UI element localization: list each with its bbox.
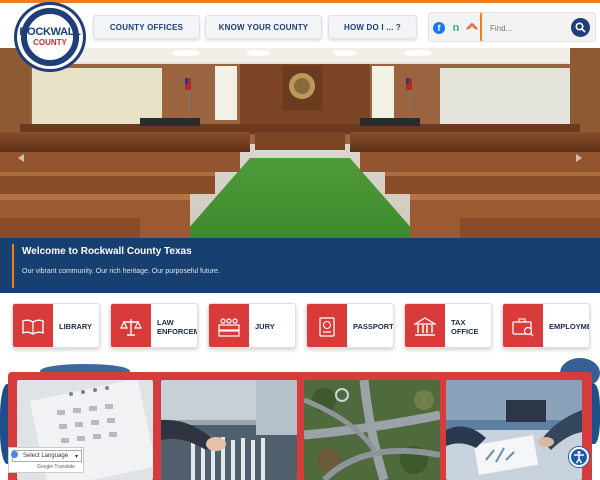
quick-link-label: LAW ENFORCEM [157, 317, 198, 336]
jury-icon [209, 304, 249, 347]
quick-link-label: EMPLOYMEI [549, 322, 590, 331]
search-input[interactable] [490, 20, 560, 36]
nav-county-offices[interactable]: COUNTY OFFICES [93, 15, 200, 39]
language-select-label: Select Language [23, 453, 69, 459]
search-button[interactable] [571, 18, 590, 37]
language-select[interactable]: Select Language ▾ [12, 450, 82, 462]
welcome-banner: Welcome to Rockwall County Texas Our vib… [0, 238, 600, 293]
highway-interchange-photo [304, 380, 440, 480]
welcome-title: Welcome to Rockwall County Texas [22, 246, 192, 257]
site-header: COUNTY OFFICES KNOW YOUR COUNTY HOW DO I… [0, 3, 600, 48]
home-icon[interactable] [466, 22, 478, 34]
scales-icon [111, 304, 151, 347]
nav-label: KNOW YOUR COUNTY [218, 22, 309, 32]
translate-powered-by: Google Translate [37, 464, 76, 470]
news-tile-files[interactable] [161, 380, 297, 480]
news-tile-meeting[interactable] [446, 380, 582, 480]
courtroom-illustration [0, 48, 600, 238]
nav-label: HOW DO I ... ? [343, 22, 402, 32]
passport-icon [307, 304, 347, 347]
news-tile-highway[interactable] [304, 380, 440, 480]
facebook-icon[interactable]: f [433, 22, 445, 34]
quick-link-tax-office[interactable]: TAX OFFICE [404, 303, 492, 348]
nextdoor-icon[interactable]: n [450, 22, 462, 34]
business-meeting-photo [446, 380, 582, 480]
quick-link-label: PASSPORT [353, 322, 394, 331]
chevron-down-icon: ▾ [74, 454, 78, 460]
book-icon [13, 304, 53, 347]
quick-link-label: JURY [255, 322, 275, 331]
welcome-subtitle: Our vibrant community. Our rich heritage… [22, 268, 220, 275]
accessibility-button[interactable] [569, 447, 589, 467]
logo-text-primary: ROCKWALL [19, 26, 81, 38]
courthouse-icon [405, 304, 445, 347]
file-cabinet-photo [161, 380, 297, 480]
social-links: f n [428, 12, 484, 42]
briefcase-icon [503, 304, 543, 347]
nav-how-do-i[interactable]: HOW DO I ... ? [328, 15, 417, 39]
google-g-icon [11, 451, 18, 458]
hero-courtroom-image [0, 48, 600, 238]
nav-label: COUNTY OFFICES [109, 22, 184, 32]
quick-link-employment[interactable]: EMPLOYMEI [502, 303, 590, 348]
county-logo[interactable]: ROCKWALL COUNTY [14, 2, 86, 72]
google-translate-widget[interactable]: Select Language ▾ Google Translate [8, 447, 84, 473]
welcome-accent [12, 244, 14, 288]
nav-know-your-county[interactable]: KNOW YOUR COUNTY [205, 15, 322, 39]
logo-text-secondary: COUNTY [33, 38, 67, 47]
quick-link-law-enforcement[interactable]: LAW ENFORCEM [110, 303, 198, 348]
quick-link-library[interactable]: LIBRARY [12, 303, 100, 348]
accessibility-icon [574, 451, 584, 464]
quick-link-passport[interactable]: PASSPORT [306, 303, 394, 348]
logo-seal: ROCKWALL COUNTY [19, 8, 81, 66]
quick-link-label: LIBRARY [59, 322, 93, 331]
search-icon [575, 22, 586, 33]
quick-link-jury[interactable]: JURY [208, 303, 296, 348]
quick-link-label: TAX OFFICE [451, 317, 479, 336]
search-box [480, 12, 596, 42]
